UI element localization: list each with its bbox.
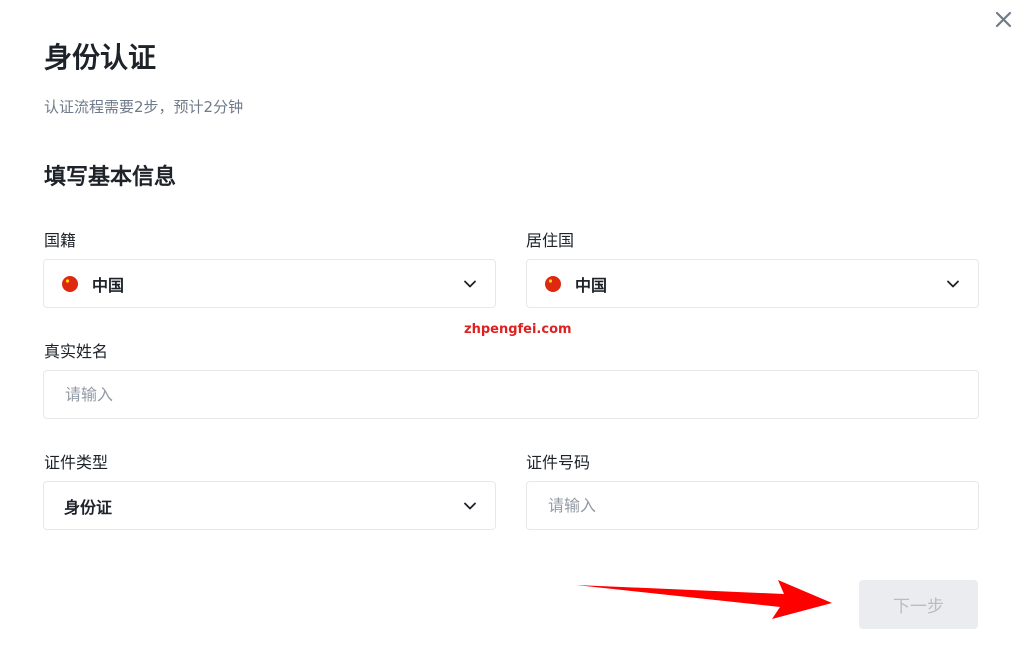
id-type-select[interactable]: 身份证 (43, 481, 496, 530)
chevron-down-icon (464, 502, 476, 510)
china-flag-icon (545, 275, 561, 292)
watermark-text: zhpengfei.com (464, 322, 572, 337)
id-number-label: 证件号码 (526, 453, 591, 472)
identity-verification-dialog: 身份认证 认证流程需要2步，预计2分钟 填写基本信息 国籍 中国 居住国 中国 … (0, 0, 1023, 669)
chevron-down-icon (947, 280, 959, 288)
china-flag-icon (62, 275, 78, 292)
red-arrow-icon (576, 580, 832, 619)
id-type-label: 证件类型 (44, 453, 109, 472)
id-number-input[interactable] (526, 481, 979, 530)
residence-label: 居住国 (526, 231, 575, 250)
chevron-down-icon (464, 280, 476, 288)
close-button[interactable] (993, 9, 1015, 31)
dialog-subtitle: 认证流程需要2步，预计2分钟 (44, 98, 244, 116)
id-type-value: 身份证 (64, 497, 113, 517)
close-icon (995, 11, 1012, 28)
residence-select[interactable]: 中国 (526, 259, 979, 308)
real-name-input[interactable] (43, 370, 979, 419)
section-title: 填写基本信息 (44, 165, 177, 190)
nationality-select[interactable]: 中国 (43, 259, 496, 308)
nationality-label: 国籍 (44, 231, 77, 250)
next-step-button[interactable]: 下一步 (859, 580, 978, 629)
nationality-value: 中国 (92, 275, 125, 295)
dialog-title: 身份认证 (44, 41, 157, 74)
real-name-label: 真实姓名 (44, 342, 109, 361)
residence-value: 中国 (575, 275, 608, 295)
